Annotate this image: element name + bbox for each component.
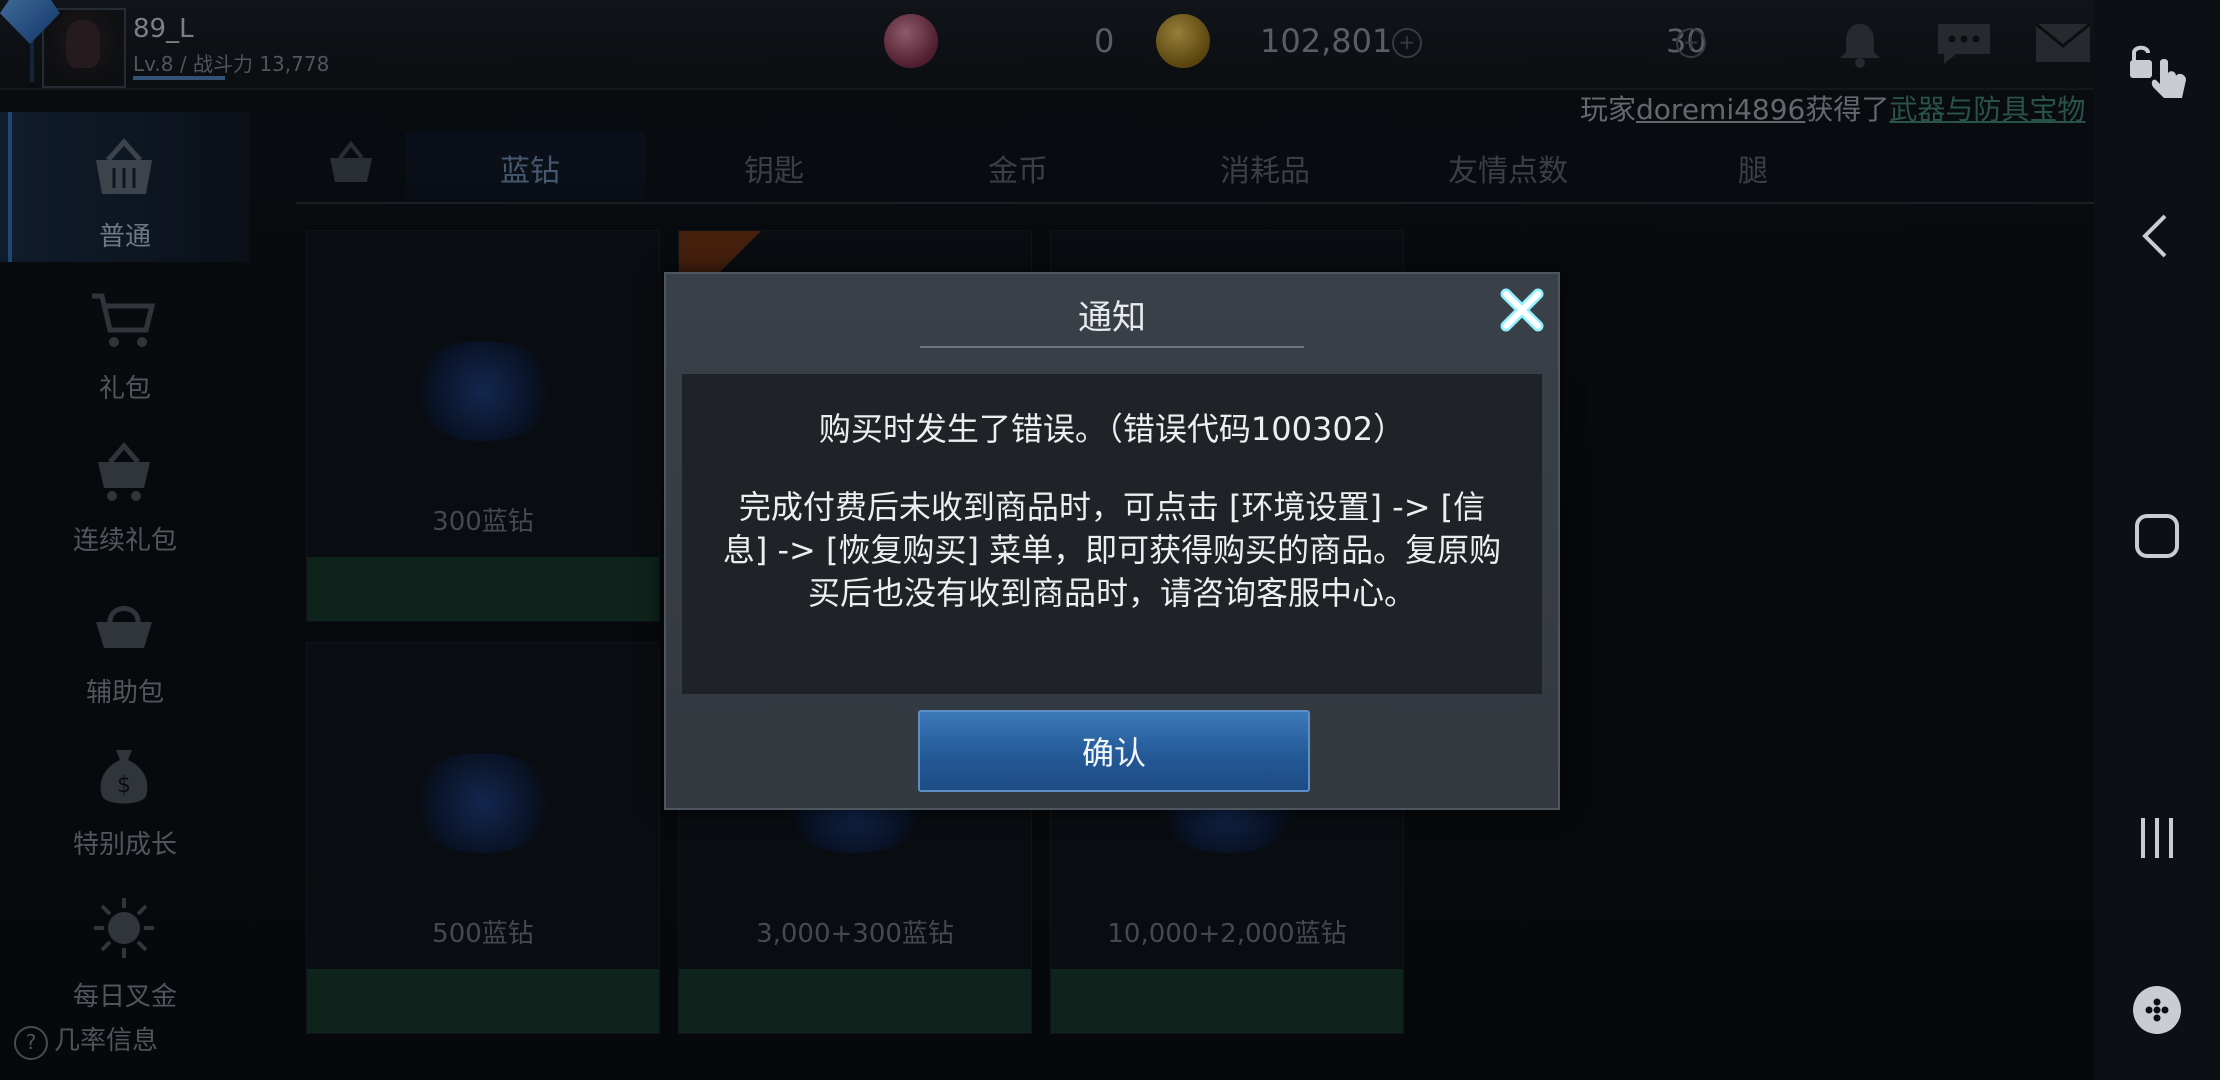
dialog-title: 通知 bbox=[1078, 298, 1146, 338]
error-notice-dialog: 通知 购买时发生了错误。（错误代码100302） 完成付费后未收到商品时，可点击… bbox=[664, 272, 1560, 810]
game-tools-icon[interactable] bbox=[2127, 980, 2187, 1040]
lock-touch-icon[interactable] bbox=[2124, 40, 2194, 100]
confirm-button-label: 确认 bbox=[1081, 734, 1146, 772]
system-navigation-bar bbox=[2094, 0, 2220, 1080]
dialog-message-box: 购买时发生了错误。（错误代码100302） 完成付费后未收到商品时，可点击 [环… bbox=[682, 374, 1542, 694]
back-icon[interactable] bbox=[2127, 206, 2187, 266]
help-message: 完成付费后未收到商品时，可点击 [环境设置] -> [信息] -> [恢复购买]… bbox=[722, 488, 1502, 612]
home-icon[interactable] bbox=[2127, 506, 2187, 566]
error-message: 购买时发生了错误。（错误代码100302） bbox=[818, 410, 1406, 448]
confirm-button[interactable]: 确认 bbox=[918, 710, 1310, 792]
game-shop-screen: 89_L Lv.8 / 战斗力 13,778 0 102,801 + 30 + … bbox=[0, 0, 2220, 1080]
title-divider bbox=[920, 346, 1304, 348]
recent-apps-icon[interactable] bbox=[2127, 808, 2187, 868]
close-icon[interactable] bbox=[1496, 284, 1548, 336]
